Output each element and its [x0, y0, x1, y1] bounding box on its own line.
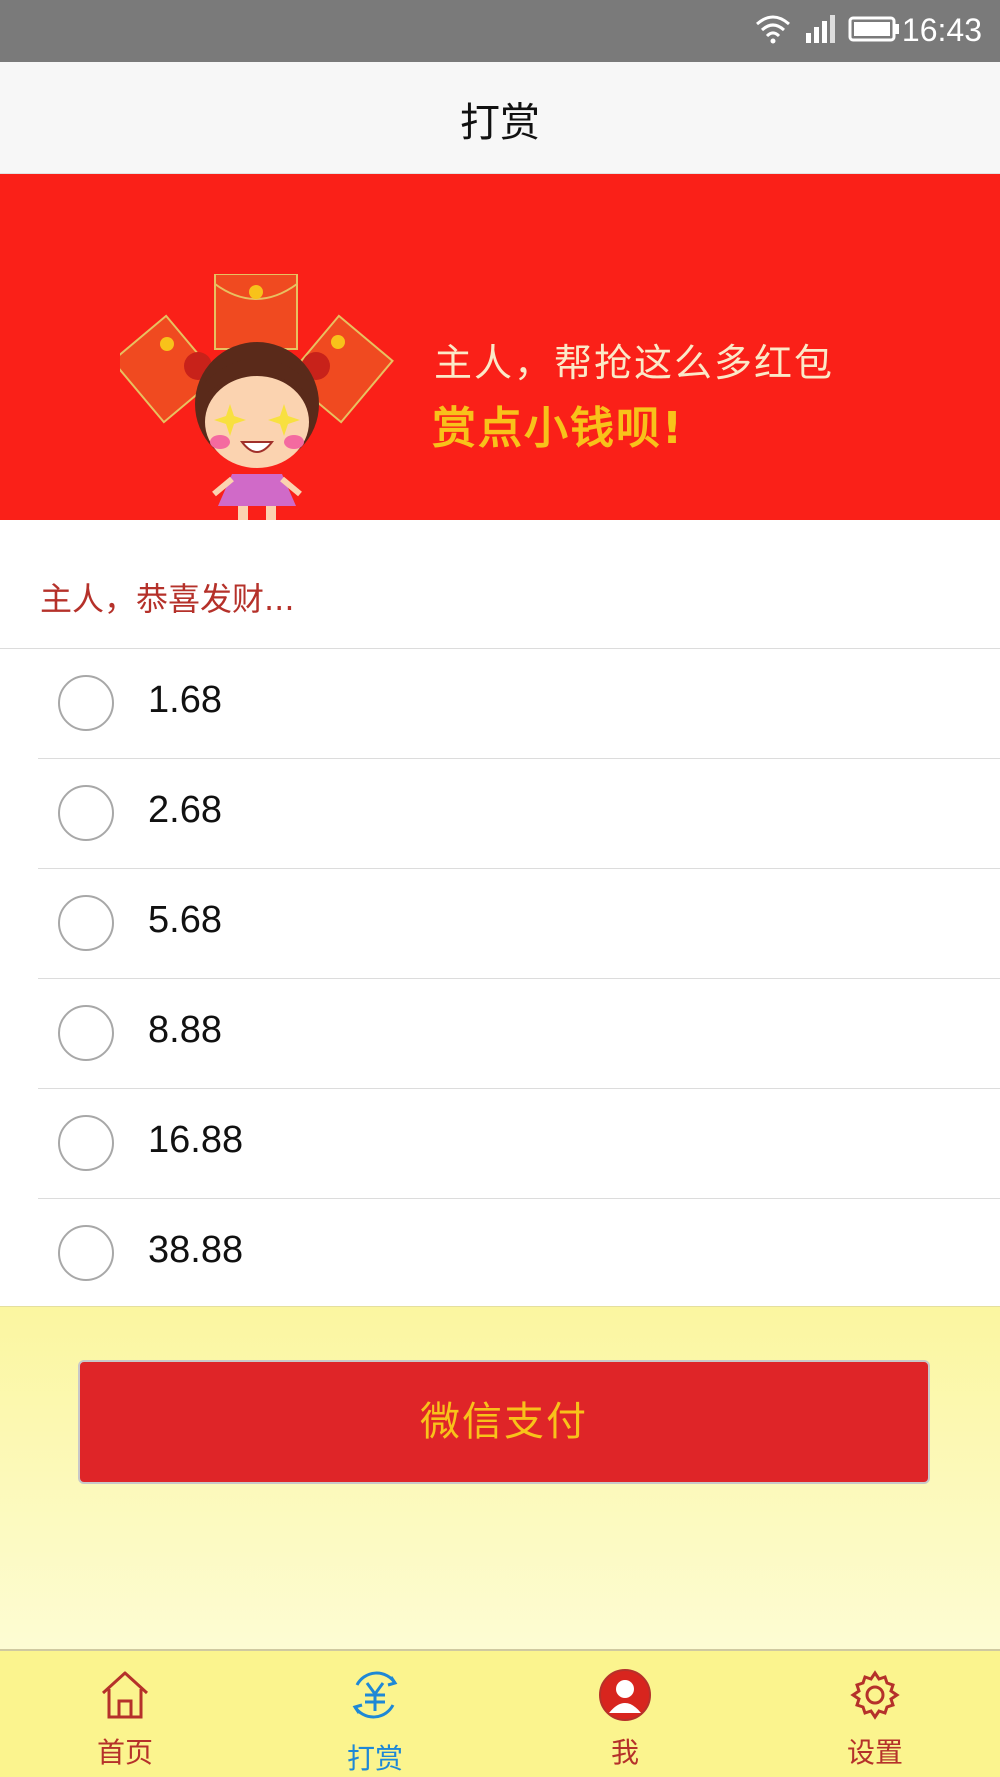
- amount-value: 16.88: [148, 1119, 244, 1161]
- signal-icon: [806, 15, 835, 43]
- tab-label: 首页: [96, 1736, 153, 1769]
- tab-label: 打赏: [346, 1742, 403, 1775]
- radio-button[interactable]: [58, 1225, 114, 1281]
- pay-area: 微信支付: [0, 1306, 1000, 1649]
- wechat-pay-button[interactable]: 微信支付: [78, 1360, 930, 1484]
- radio-button[interactable]: [58, 1115, 114, 1171]
- tab-reward[interactable]: 打赏: [250, 1651, 500, 1777]
- amount-value: 1.68: [148, 679, 222, 721]
- amount-option-2[interactable]: 2.68: [38, 759, 1000, 869]
- status-icons: [754, 14, 900, 44]
- amount-option-6[interactable]: 38.88: [0, 1199, 1000, 1309]
- amount-value: 2.68: [148, 789, 222, 831]
- page-title: 打赏: [460, 100, 540, 146]
- radio-button[interactable]: [58, 1005, 114, 1061]
- gear-icon: [850, 1670, 900, 1720]
- title-bar: 打赏: [0, 62, 1000, 174]
- battery-icon: [848, 16, 899, 42]
- banner-line-1: 主人，帮抢这么多红包: [434, 341, 835, 385]
- amount-list: 1.68 2.68 5.68 8.88 16.88 38.88: [0, 649, 1000, 1309]
- amount-option-5[interactable]: 16.88: [38, 1089, 1000, 1199]
- bottom-tab-bar: 首页 打赏 我 设置: [0, 1649, 1000, 1777]
- tab-home[interactable]: 首页: [0, 1651, 250, 1777]
- status-time: 16:43: [901, 12, 982, 48]
- tab-settings[interactable]: 设置: [750, 1651, 1000, 1777]
- radio-button[interactable]: [58, 785, 114, 841]
- reward-prompt: 主人，恭喜发财...: [40, 580, 295, 618]
- reward-banner: 主人，帮抢这么多红包 赏点小钱呗!: [0, 174, 1000, 520]
- amount-value: 38.88: [148, 1229, 244, 1271]
- tab-me[interactable]: 我: [500, 1651, 750, 1777]
- banner-line-2: 赏点小钱呗!: [432, 403, 685, 454]
- tab-label: 我: [610, 1736, 639, 1769]
- amount-value: 8.88: [148, 1009, 222, 1051]
- mascot-illustration: [120, 274, 394, 520]
- wifi-icon: [756, 15, 790, 44]
- home-icon: [101, 1671, 149, 1719]
- amount-option-3[interactable]: 5.68: [38, 869, 1000, 979]
- amount-option-1[interactable]: 1.68: [38, 649, 1000, 759]
- amount-option-4[interactable]: 8.88: [38, 979, 1000, 1089]
- user-icon: [599, 1669, 651, 1721]
- red-envelope-center: [214, 274, 298, 350]
- amount-value: 5.68: [148, 899, 222, 941]
- yuan-icon: [352, 1671, 398, 1719]
- tab-label: 设置: [846, 1736, 903, 1769]
- radio-button[interactable]: [58, 895, 114, 951]
- radio-button[interactable]: [58, 675, 114, 731]
- status-bar: 16:43: [0, 0, 1000, 62]
